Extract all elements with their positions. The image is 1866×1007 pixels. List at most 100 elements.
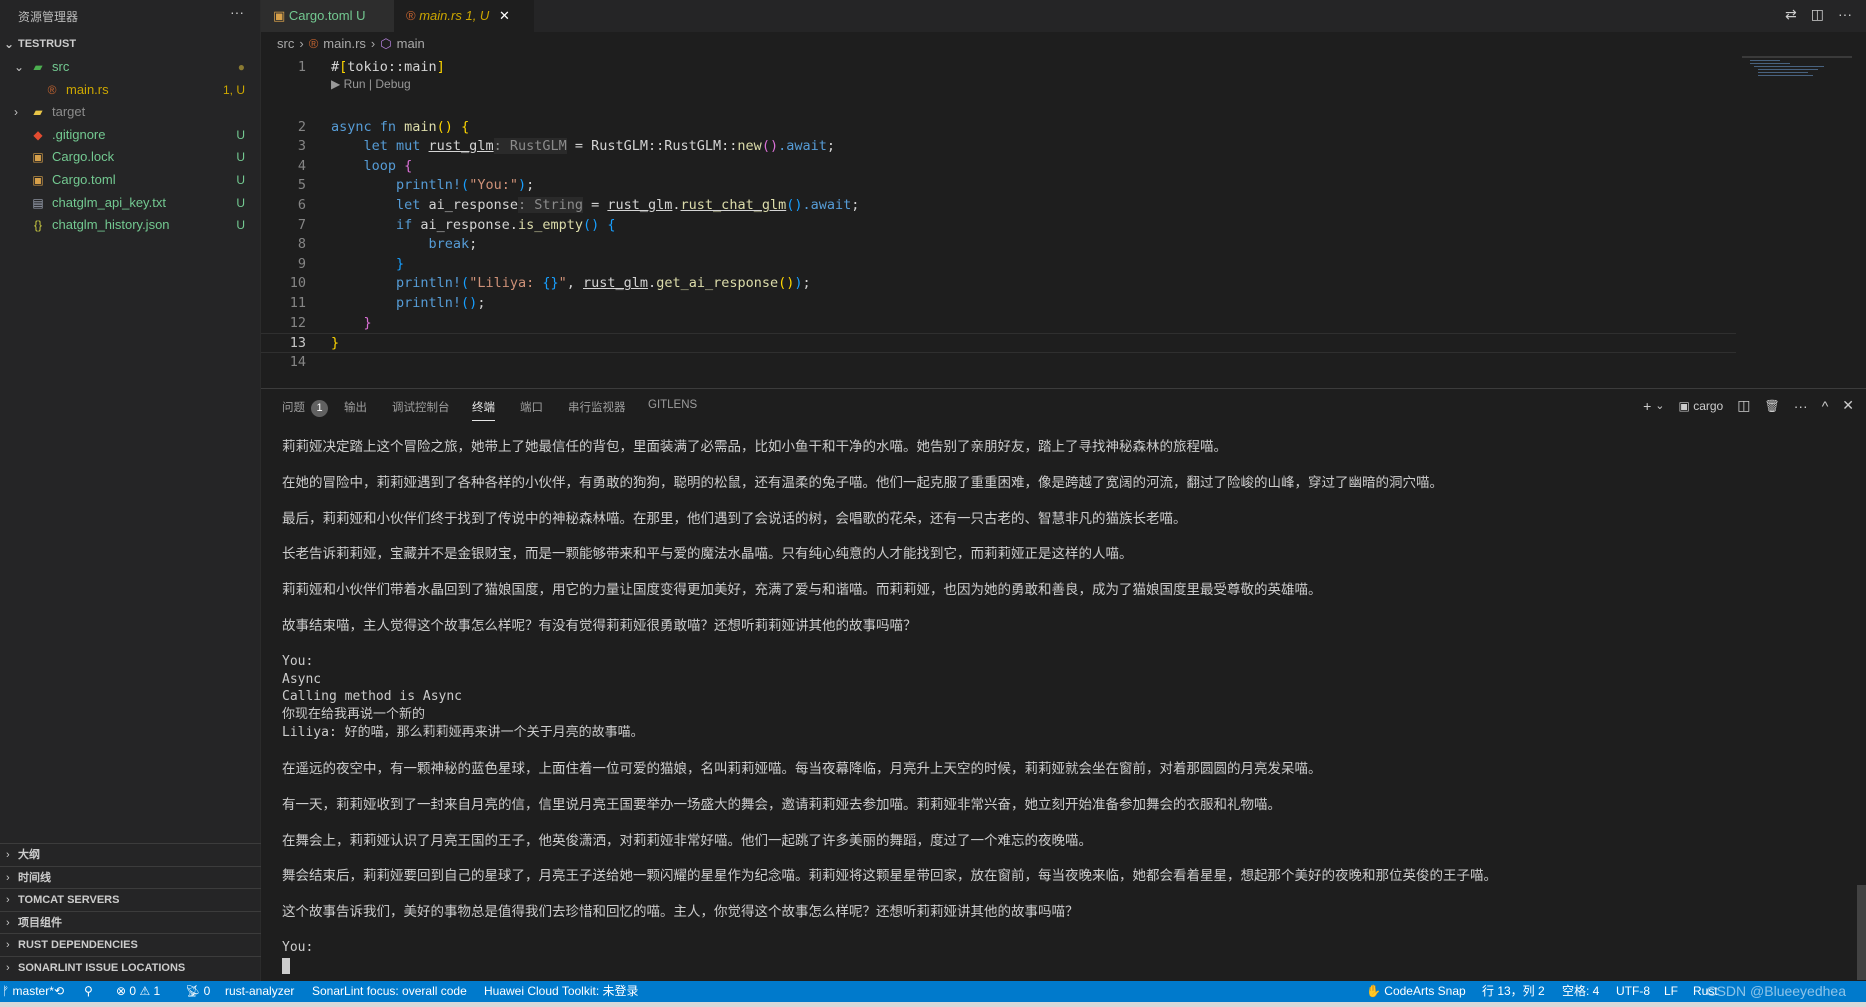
minimap[interactable] xyxy=(1742,56,1852,86)
sync-icon[interactable]: ⟲ xyxy=(54,981,64,1002)
code-editor[interactable]: 1 #[tokio::main] ▶ Run | Debug2 async fn ma… xyxy=(261,56,1741,386)
terminal-scrollbar[interactable] xyxy=(1857,885,1866,980)
compare-changes-icon[interactable]: ⇄ xyxy=(1785,6,1797,23)
code-line[interactable]: 12 } xyxy=(261,314,1741,334)
code-token: () xyxy=(582,216,600,233)
section-title: SONARLINT ISSUE LOCATIONS xyxy=(18,962,186,974)
code-line[interactable]: 6 let ai_response: String = rust_glm.rus… xyxy=(261,196,1741,216)
panel-tab[interactable]: 终端 xyxy=(472,399,495,421)
code-token: rust_glm xyxy=(583,275,649,292)
code-line[interactable]: 8 break; xyxy=(261,235,1741,255)
breadcrumb-symbol[interactable]: main xyxy=(397,34,425,54)
file-tree-item[interactable]: {} chatglm_history.json U xyxy=(0,214,261,236)
breadcrumb-src[interactable]: src xyxy=(277,34,294,54)
terminal-input-line[interactable] xyxy=(282,957,1842,975)
code-line[interactable]: 1 #[tokio::main] xyxy=(261,58,1741,78)
tab-cargo-toml[interactable]: ▣ Cargo.toml U xyxy=(261,0,394,32)
encoding[interactable]: UTF-8 xyxy=(1616,981,1650,1002)
file-tree-item[interactable]: ⌄ ▰ src ● xyxy=(0,56,261,78)
chevron-right-icon: › xyxy=(6,962,10,974)
panel-tab[interactable]: 端口 xyxy=(520,399,543,421)
trash-icon[interactable]: 🗑 xyxy=(1764,399,1779,413)
terminal-line: 有一天，莉莉娅收到了一封来自月亮的信，信里说月亮王国要举办一场盛大的舞会，邀请莉… xyxy=(282,796,1281,812)
workspace-root[interactable]: ⌄ TESTRUST xyxy=(0,33,261,55)
sonarlint-status[interactable]: SonarLint focus: overall code xyxy=(312,981,467,1002)
status-bar: ᚠ master* ⟲ ⚲ ⊗ 0 ⚠ 1 📡︎ 0 rust-analyzer… xyxy=(0,981,1866,1002)
sidebar-section[interactable]: › 时间线 xyxy=(0,865,261,888)
codearts-snap[interactable]: ✋ CodeArts Snap xyxy=(1366,981,1466,1002)
file-tree-item[interactable]: ▣ Cargo.lock U xyxy=(0,146,261,168)
panel-tab[interactable]: 调试控制台 xyxy=(392,399,450,421)
code-token: # xyxy=(331,59,340,75)
symbol-function-icon: ⬡ xyxy=(380,36,392,51)
close-panel-icon[interactable]: ✕ xyxy=(1842,397,1854,414)
file-tree-item[interactable]: ® main.rs 1, U xyxy=(0,79,261,101)
code-line[interactable]: 14 xyxy=(261,353,1741,373)
code-token: if xyxy=(331,216,421,233)
panel-tab[interactable]: 问题 1 xyxy=(282,399,328,421)
code-token: ; xyxy=(469,236,478,253)
sidebar-section[interactable]: › RUST DEPENDENCIES xyxy=(0,933,261,955)
file-name: target xyxy=(52,104,86,120)
code-token: get_ai_response xyxy=(656,275,779,292)
git-status-badge: U xyxy=(236,218,245,233)
split-editor-icon[interactable]: ◫ xyxy=(1811,6,1824,23)
source-control-graph-icon[interactable]: ⚲ xyxy=(84,981,93,1002)
tab-main-rs[interactable]: ® main.rs 1, U ✕ xyxy=(394,0,534,32)
rust-analyzer-status[interactable]: rust-analyzer xyxy=(225,981,294,1002)
terminal-instance[interactable]: ▣ cargo xyxy=(1679,399,1724,413)
code-token: , xyxy=(566,275,584,292)
section-title: 大纲 xyxy=(18,849,40,861)
terminal-line: 故事结束喵，主人觉得这个故事怎么样呢？有没有觉得莉莉娅很勇敢喵？还想听莉莉娅讲其… xyxy=(282,617,917,633)
file-tree-item[interactable]: ◆ .gitignore U xyxy=(0,124,261,146)
code-line[interactable]: 2 async fn main() { xyxy=(261,118,1741,138)
file-name: Cargo.lock xyxy=(52,149,115,165)
split-terminal-icon[interactable]: ◫ xyxy=(1737,397,1750,414)
problems-status[interactable]: ⊗ 0 ⚠ 1 xyxy=(116,981,160,1002)
codelens-run-debug[interactable]: ▶ Run | Debug xyxy=(331,76,411,92)
code-line[interactable]: 11 println!(); xyxy=(261,294,1741,314)
code-text: async fn main() { xyxy=(331,118,469,138)
git-branch[interactable]: ᚠ master* xyxy=(2,981,54,1002)
sidebar-section[interactable]: › SONARLINT ISSUE LOCATIONS xyxy=(0,956,261,978)
line-number: 13 xyxy=(289,335,306,352)
file-tree-item[interactable]: ▣ Cargo.toml U xyxy=(0,169,261,191)
panel-tab[interactable]: 输出 xyxy=(344,399,367,421)
chevron-down-icon[interactable]: ⌄ xyxy=(1655,399,1664,412)
panel-tab[interactable]: GITLENS xyxy=(648,399,697,421)
close-icon[interactable]: ✕ xyxy=(499,8,510,23)
more-actions-icon[interactable]: ··· xyxy=(1838,6,1852,23)
new-terminal-icon[interactable]: + xyxy=(1643,398,1651,414)
code-line[interactable]: 4 loop { xyxy=(261,157,1741,177)
panel-tab[interactable]: 串行监视器 xyxy=(568,399,626,421)
code-line[interactable]: 9 } xyxy=(261,255,1741,275)
huawei-cloud-status[interactable]: Huawei Cloud Toolkit: 未登录 xyxy=(484,981,639,1002)
watermark: CSDN @Blueeyedhea xyxy=(1706,983,1846,999)
terminal-output[interactable]: 莉莉娅决定踏上这个冒险之旅，她带上了她最信任的背包，里面装满了必需品，比如小鱼干… xyxy=(282,438,1842,975)
terminal-icon: ▣ xyxy=(1678,398,1690,413)
sidebar-section[interactable]: › 大纲 xyxy=(0,843,261,865)
code-token: println! xyxy=(331,295,462,311)
maximize-panel-icon[interactable]: ^ xyxy=(1822,398,1829,414)
cursor-position[interactable]: 行 13，列 2 xyxy=(1482,981,1545,1002)
sidebar-section[interactable]: › 项目组件 xyxy=(0,910,261,933)
breadcrumb-file[interactable]: main.rs xyxy=(323,34,366,54)
line-ending[interactable]: LF xyxy=(1664,981,1678,1002)
code-line[interactable]: 13} xyxy=(261,333,1736,353)
sidebar-section[interactable]: › TOMCAT SERVERS xyxy=(0,888,261,910)
code-line[interactable]: 10 println!("Liliya: {}", rust_glm.get_a… xyxy=(261,274,1741,294)
panel-tab-label: 输出 xyxy=(344,402,367,414)
ports-status[interactable]: 📡︎ 0 xyxy=(185,981,210,1002)
chevron-right-icon: › xyxy=(6,894,10,907)
code-line[interactable]: 3 let mut rust_glm: RustGLM = RustGLM::R… xyxy=(261,137,1741,157)
more-actions-icon[interactable]: ··· xyxy=(1794,398,1808,414)
code-line[interactable]: 5 println!("You:"); xyxy=(261,176,1741,196)
code-token: ; xyxy=(526,177,535,194)
indentation[interactable]: 空格: 4 xyxy=(1562,981,1599,1002)
code-line[interactable]: 7 if ai_response.is_empty() { xyxy=(261,216,1741,236)
code-text: } xyxy=(331,314,372,334)
file-tree-item[interactable]: › ▰ target xyxy=(0,101,261,123)
more-actions-icon[interactable]: ··· xyxy=(230,4,244,20)
file-tree-item[interactable]: ▤ chatglm_api_key.txt U xyxy=(0,192,261,214)
